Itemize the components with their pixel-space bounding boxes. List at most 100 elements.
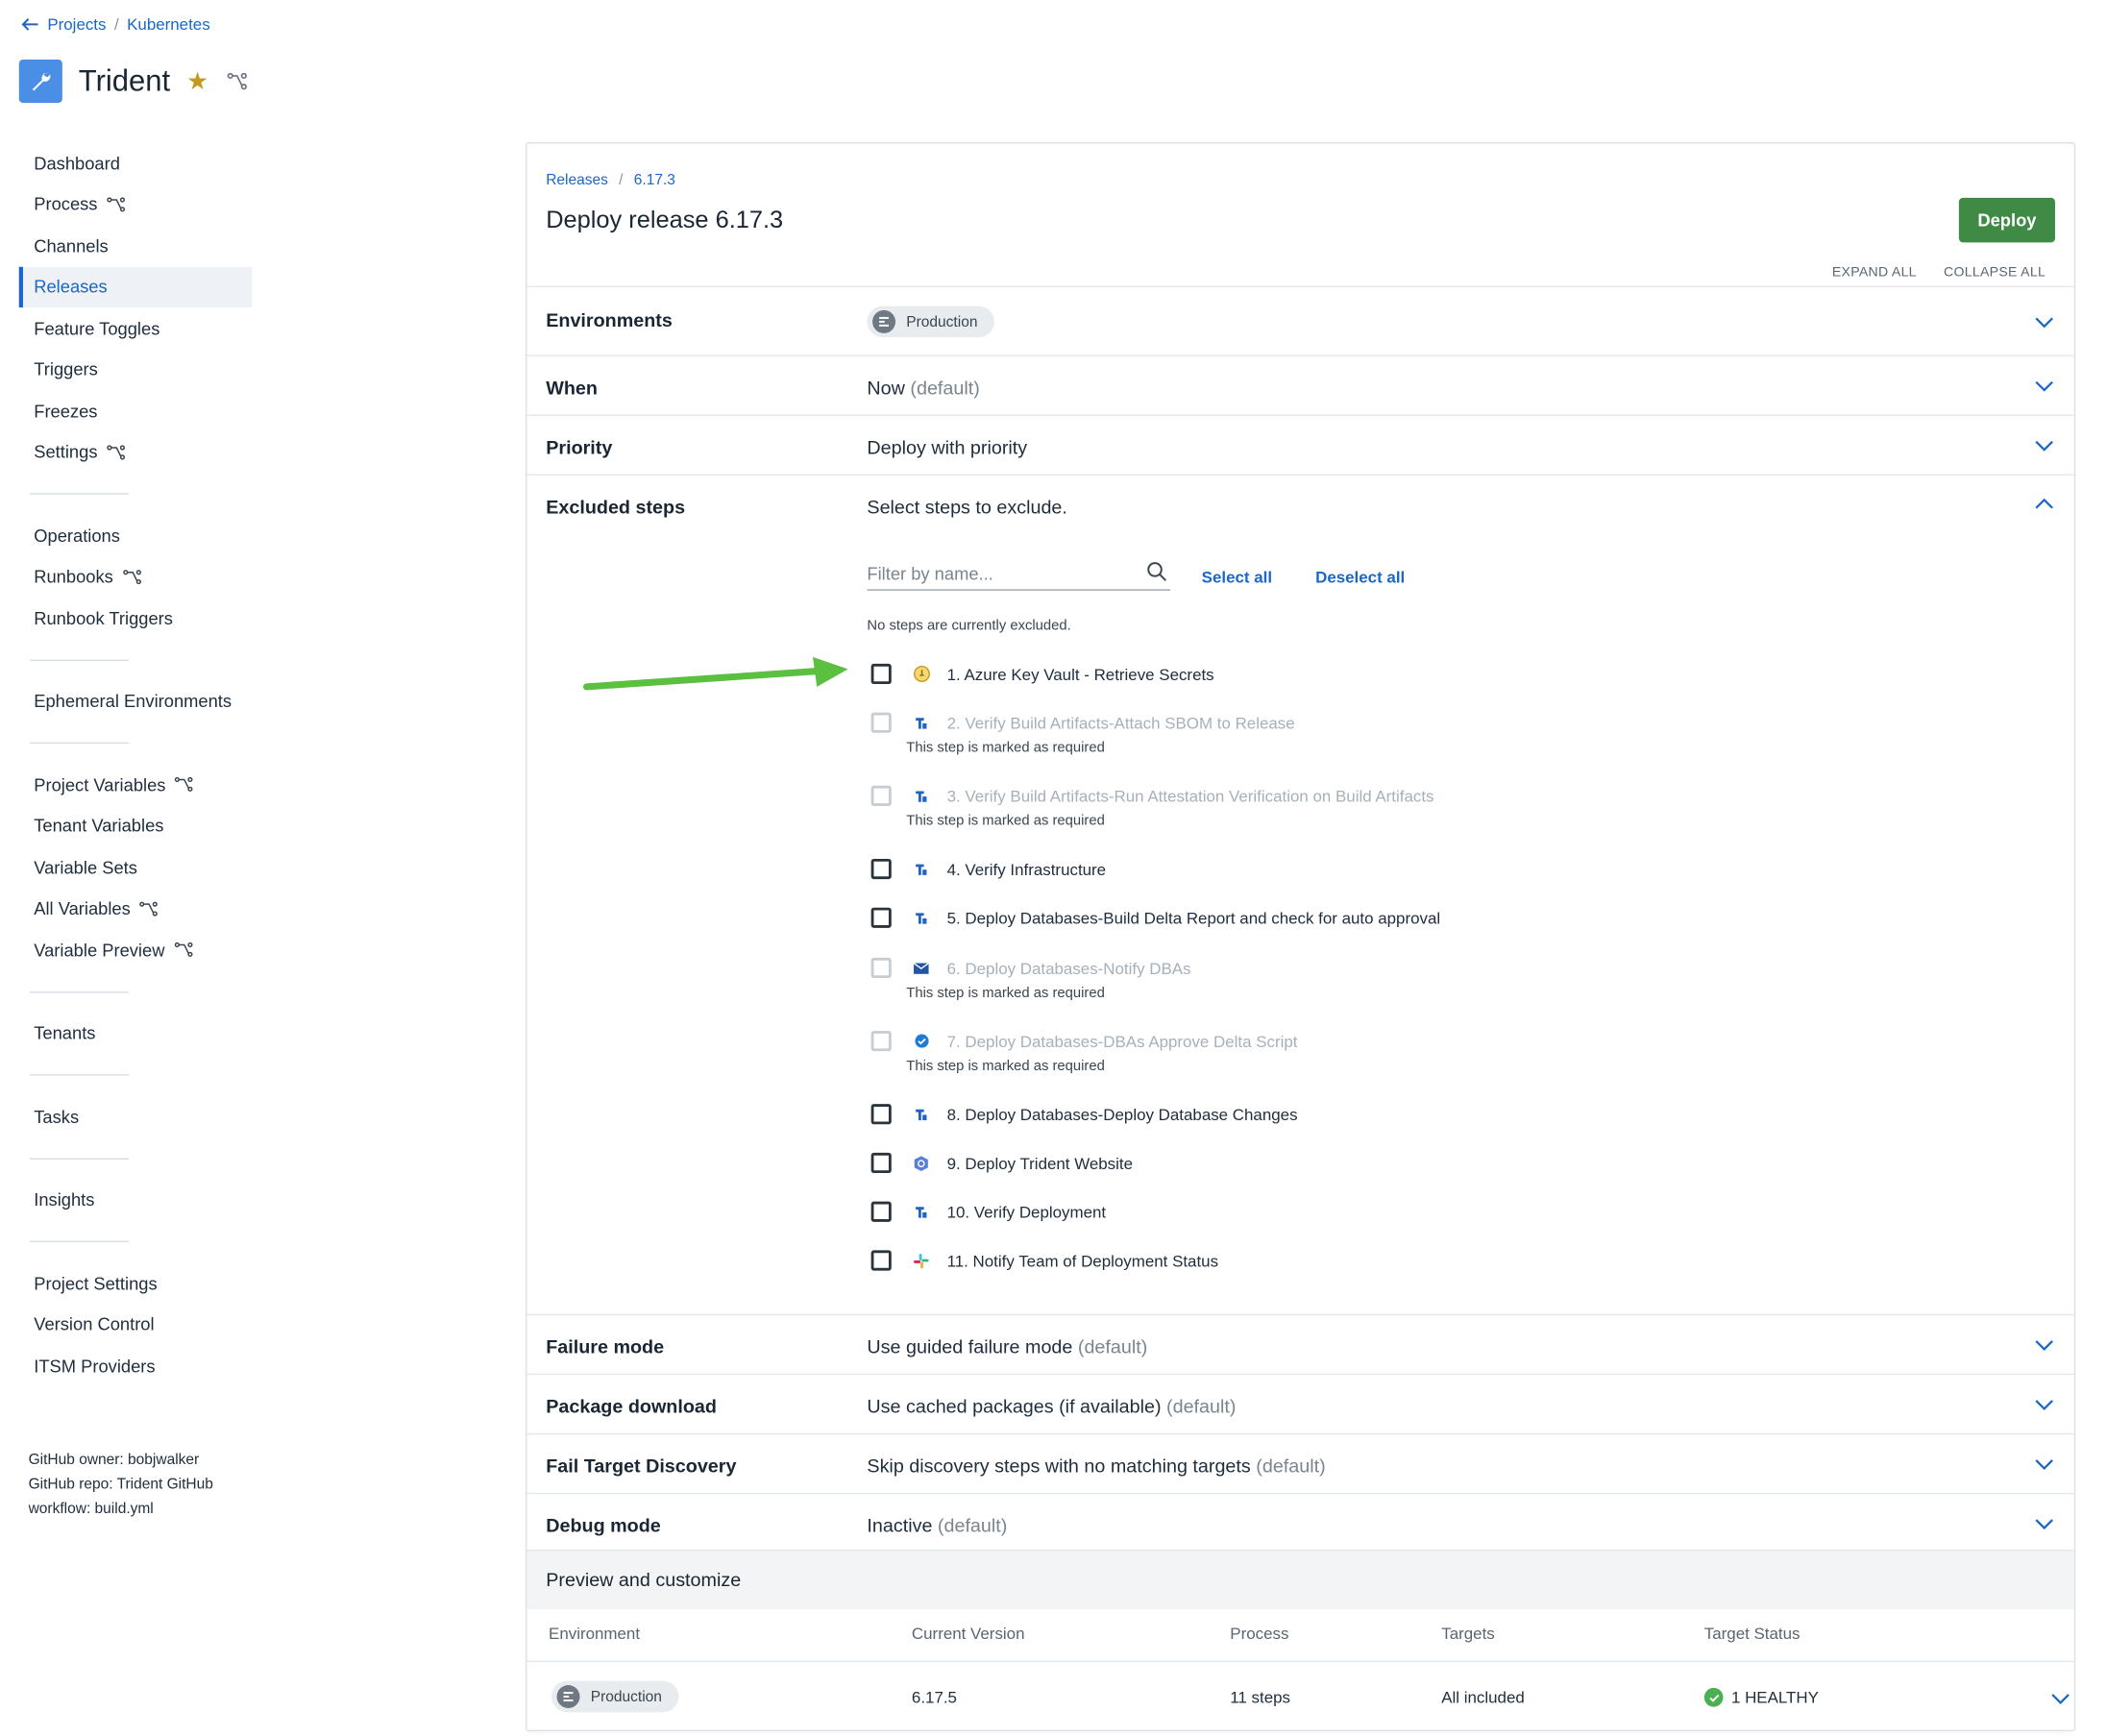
sidebar-item-label: Insights — [34, 1189, 95, 1210]
table-divider — [527, 1660, 2074, 1663]
back-arrow-icon[interactable] — [20, 15, 39, 35]
chevron-down-icon[interactable] — [2033, 435, 2055, 457]
breadcrumb-projects[interactable]: Projects — [47, 15, 106, 35]
chevron-down-icon[interactable] — [2033, 1334, 2055, 1357]
select-all-link[interactable]: Select all — [1202, 568, 1272, 587]
sidebar-item-releases[interactable]: Releases — [18, 266, 253, 308]
step-item[interactable]: 10. Verify Deployment — [870, 1201, 1106, 1222]
step-checkbox[interactable] — [870, 1104, 892, 1125]
required-note: This step is marked as required — [906, 1058, 1105, 1075]
sidebar-item-feature-toggles[interactable]: Feature Toggles — [19, 307, 253, 349]
section-environments[interactable]: Environments Production — [527, 285, 2074, 355]
step-checkbox[interactable] — [870, 1250, 892, 1271]
step-label: 1. Azure Key Vault - Retrieve Secrets — [946, 664, 1214, 684]
sidebar-item-variable-preview[interactable]: Variable Preview — [19, 929, 253, 970]
section-value: Select steps to exclude. — [867, 496, 1067, 518]
sidebar-item-label: Releases — [34, 276, 108, 298]
git-branch-icon — [107, 197, 125, 212]
sidebar-item-runbooks[interactable]: Runbooks — [19, 556, 253, 598]
value-default: (default) — [1077, 1335, 1148, 1357]
sidebar-item-project-settings[interactable]: Project Settings — [19, 1262, 253, 1304]
column-header-target-status: Target Status — [1703, 1624, 1801, 1644]
chevron-down-icon[interactable] — [2033, 311, 2055, 333]
section-label: Failure mode — [546, 1335, 665, 1357]
step-checkbox[interactable] — [870, 663, 892, 685]
expand-collapse-controls: EXPAND ALL COLLAPSE ALL — [1832, 265, 2046, 281]
step-item[interactable]: 5. Deploy Databases-Build Delta Report a… — [870, 907, 1441, 928]
sidebar-item-itsm-providers[interactable]: ITSM Providers — [19, 1345, 253, 1386]
breadcrumb-version[interactable]: 6.17.3 — [634, 172, 675, 188]
step-item[interactable]: 8. Deploy Databases-Deploy Database Chan… — [870, 1104, 1298, 1125]
column-header-process: Process — [1230, 1624, 1289, 1644]
sidebar-item-settings[interactable]: Settings — [19, 431, 253, 473]
step-item[interactable]: 1. Azure Key Vault - Retrieve Secrets — [870, 663, 1214, 685]
step-checkbox[interactable] — [870, 907, 892, 928]
value-text: Use cached packages (if available) — [867, 1395, 1162, 1417]
sidebar-item-dashboard[interactable]: Dashboard — [19, 142, 253, 183]
sidebar-item-tenant-variables[interactable]: Tenant Variables — [19, 805, 253, 846]
step-item[interactable]: 11. Notify Team of Deployment Status — [870, 1250, 1218, 1271]
chevron-down-icon[interactable] — [2033, 1394, 2055, 1416]
section-priority[interactable]: Priority Deploy with priority — [527, 414, 2074, 474]
step-checkbox[interactable] — [870, 1152, 892, 1174]
section-value: Use guided failure mode (default) — [867, 1335, 1147, 1357]
step-item[interactable]: 9. Deploy Trident Website — [870, 1152, 1133, 1174]
collapse-all-button[interactable]: COLLAPSE ALL — [1944, 265, 2046, 281]
sidebar-item-process[interactable]: Process — [19, 183, 253, 225]
sidebar-item-ephemeral-environments[interactable]: Ephemeral Environments — [19, 681, 253, 722]
step-checkbox — [870, 1031, 892, 1052]
sidebar-item-label: Tenant Variables — [34, 816, 164, 837]
sidebar-item-all-variables[interactable]: All Variables — [19, 888, 253, 929]
section-failure-mode[interactable]: Failure mode Use guided failure mode (de… — [527, 1313, 2074, 1374]
section-label: Excluded steps — [546, 496, 686, 518]
kubernetes-icon — [912, 1154, 931, 1173]
filter-by-name-input[interactable]: Filter by name... — [867, 558, 1171, 591]
step-label: 5. Deploy Databases-Build Delta Report a… — [946, 908, 1441, 928]
sidebar-item-tasks[interactable]: Tasks — [19, 1096, 253, 1137]
step-label: 8. Deploy Databases-Deploy Database Chan… — [946, 1104, 1298, 1124]
sidebar-item-operations[interactable]: Operations — [19, 515, 253, 556]
section-debug-mode[interactable]: Debug mode Inactive (default) — [527, 1492, 2074, 1550]
chevron-down-icon[interactable] — [2049, 1688, 2071, 1710]
breadcrumb-project-group[interactable]: Kubernetes — [127, 15, 210, 35]
step-item[interactable]: 4. Verify Infrastructure — [870, 858, 1106, 880]
breadcrumb-releases[interactable]: Releases — [546, 172, 608, 188]
step-checkbox — [870, 712, 892, 733]
deploy-button[interactable]: Deploy — [1958, 197, 2055, 243]
required-note: This step is marked as required — [906, 813, 1105, 829]
expand-all-button[interactable]: EXPAND ALL — [1832, 265, 1917, 281]
sidebar-item-project-variables[interactable]: Project Variables — [19, 764, 253, 805]
environment-icon — [556, 1685, 580, 1709]
sidebar-item-label: Tasks — [34, 1106, 80, 1127]
chevron-up-icon[interactable] — [2033, 493, 2055, 515]
git-branch-icon — [175, 777, 193, 793]
section-fail-target-discovery[interactable]: Fail Target Discovery Skip discovery ste… — [527, 1432, 2074, 1493]
section-when[interactable]: When Now (default) — [527, 355, 2074, 414]
section-excluded-steps: Excluded steps Select steps to exclude. — [527, 474, 2074, 1314]
section-package-download[interactable]: Package download Use cached packages (if… — [527, 1373, 2074, 1433]
step-checkbox[interactable] — [870, 858, 892, 880]
deselect-all-link[interactable]: Deselect all — [1315, 568, 1405, 587]
sidebar-divider — [19, 473, 253, 515]
filter-placeholder: Filter by name... — [867, 563, 993, 584]
chevron-down-icon[interactable] — [2033, 376, 2055, 398]
sidebar-item-freezes[interactable]: Freezes — [19, 390, 253, 431]
sidebar-item-version-control[interactable]: Version Control — [19, 1304, 253, 1345]
star-icon[interactable]: ★ — [186, 67, 208, 96]
sidebar-item-triggers[interactable]: Triggers — [19, 349, 253, 390]
sidebar-item-runbook-triggers[interactable]: Runbook Triggers — [19, 598, 253, 639]
github-repo: GitHub repo: Trident GitHub — [28, 1476, 213, 1493]
git-branch-icon — [227, 72, 247, 90]
chevron-down-icon[interactable] — [2033, 1513, 2055, 1535]
chevron-down-icon[interactable] — [2033, 1454, 2055, 1476]
sidebar-item-variable-sets[interactable]: Variable Sets — [19, 846, 253, 888]
sidebar-divider — [19, 970, 253, 1013]
sidebar-item-tenants[interactable]: Tenants — [19, 1013, 253, 1054]
required-note: This step is marked as required — [906, 739, 1105, 756]
sidebar-item-channels[interactable]: Channels — [19, 225, 253, 266]
sidebar-item-insights[interactable]: Insights — [19, 1179, 253, 1220]
value-text: Skip discovery steps with no matching ta… — [867, 1455, 1251, 1477]
step-checkbox[interactable] — [870, 1201, 892, 1222]
section-label: Fail Target Discovery — [546, 1455, 737, 1477]
column-header-current-version: Current Version — [911, 1624, 1025, 1644]
